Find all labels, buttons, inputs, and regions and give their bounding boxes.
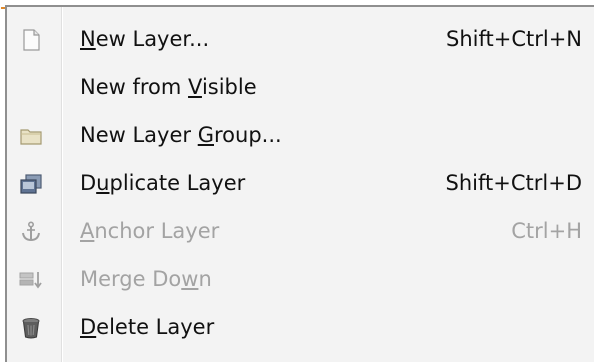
menu-item-new-layer[interactable]: New Layer... Shift+Ctrl+N <box>7 16 594 64</box>
menu-item-duplicate-layer[interactable]: Duplicate Layer Shift+Ctrl+D <box>7 160 594 208</box>
new-layer-icon <box>23 29 40 51</box>
menu-item-delete-layer[interactable]: Delete Layer <box>7 304 594 352</box>
menu-item-merge-down[interactable]: Merge Down <box>7 256 594 304</box>
layer-context-menu: New Layer... Shift+Ctrl+N New from Visib… <box>5 5 594 362</box>
menu-item-new-from-visible[interactable]: New from Visible <box>7 64 594 112</box>
menu-item-label: New Layer Group... <box>80 123 282 147</box>
duplicate-layer-icon <box>20 174 42 194</box>
menu-item-label: Delete Layer <box>80 315 215 339</box>
menu-item-new-layer-group[interactable]: New Layer Group... <box>7 112 594 160</box>
menu-item-label: New from Visible <box>80 75 257 99</box>
menu-item-shortcut: Ctrl+H <box>511 219 582 243</box>
menu-item-label: Duplicate Layer <box>80 171 246 195</box>
trash-icon <box>22 318 40 339</box>
menu-item-shortcut: Shift+Ctrl+D <box>445 171 582 195</box>
menu-item-shortcut: Shift+Ctrl+N <box>446 27 582 51</box>
screenshot-root: New Layer... Shift+Ctrl+N New from Visib… <box>0 0 594 362</box>
layer-group-folder-icon <box>20 129 42 145</box>
menu-item-label: Merge Down <box>80 267 212 291</box>
menu-item-anchor-layer[interactable]: Anchor Layer Ctrl+H <box>7 208 594 256</box>
menu-item-label: Anchor Layer <box>80 219 220 243</box>
anchor-icon <box>22 221 40 242</box>
menu-item-label: New Layer... <box>80 27 210 51</box>
merge-down-icon <box>19 272 42 289</box>
